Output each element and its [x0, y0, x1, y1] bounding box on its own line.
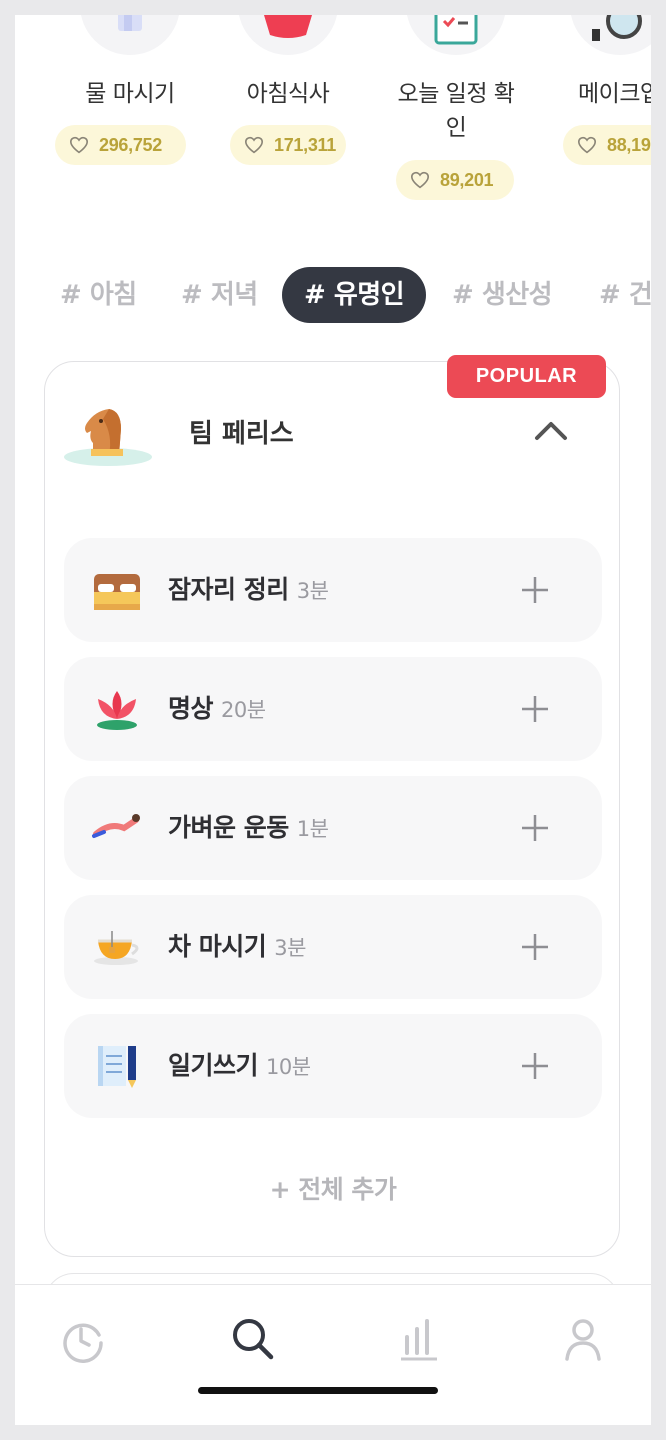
breakfast-bowl-icon: [238, 15, 338, 55]
routine-item[interactable]: 일기쓰기 10분: [64, 1014, 602, 1118]
popular-badge: POPULAR: [447, 355, 606, 398]
routine-name: 메이크업: [578, 81, 651, 107]
water-glass-icon: [80, 15, 180, 55]
bed-icon: [90, 564, 144, 616]
lotus-icon: [90, 683, 144, 735]
chevron-up-icon[interactable]: [533, 418, 569, 446]
tea-cup-icon: [90, 921, 144, 973]
item-title: 일기쓰기 10분: [168, 1051, 311, 1080]
calendar-check-icon: [406, 15, 506, 55]
like-count: 89,201: [440, 169, 494, 190]
tag-morning[interactable]: # 아침: [60, 267, 137, 323]
like-badge[interactable]: 296,752: [55, 125, 186, 165]
add-icon[interactable]: [520, 1051, 550, 1085]
routine-name: 물 마시기: [85, 81, 175, 107]
add-icon[interactable]: [520, 813, 550, 847]
home-indicator: [198, 1387, 438, 1394]
item-title: 차 마시기 3분: [168, 932, 306, 961]
heart-icon: [69, 136, 89, 154]
tag-productivity[interactable]: # 생산성: [452, 267, 553, 323]
profile-icon[interactable]: [559, 1315, 607, 1363]
add-icon[interactable]: [520, 932, 550, 966]
routine-item[interactable]: 잠자리 정리 3분: [64, 538, 602, 642]
chess-knight-icon: [63, 399, 153, 471]
search-icon[interactable]: [229, 1315, 277, 1363]
history-clock-icon[interactable]: [59, 1315, 107, 1363]
stretching-icon: [90, 802, 144, 854]
routine-item[interactable]: 명상 20분: [64, 657, 602, 761]
bottom-tab-bar: [15, 1284, 651, 1425]
item-title: 잠자리 정리 3분: [168, 575, 329, 604]
routine-name: 아침식사: [246, 81, 330, 107]
like-badge[interactable]: 171,311: [230, 125, 346, 165]
like-count: 296,752: [99, 134, 162, 155]
add-all-button[interactable]: + 전체 추가: [15, 1170, 651, 1206]
tag-health[interactable]: # 건: [599, 267, 651, 323]
item-title: 가벼운 운동 1분: [168, 813, 329, 842]
like-count: 88,19: [607, 134, 651, 155]
notebook-pencil-icon: [90, 1040, 144, 1092]
heart-icon: [410, 171, 430, 189]
routine-item[interactable]: 가벼운 운동 1분: [64, 776, 602, 880]
routine-name: 오늘 일정 확인: [397, 81, 515, 141]
routine-item[interactable]: 차 마시기 3분: [64, 895, 602, 999]
mirror-icon: [570, 15, 651, 55]
heart-icon: [244, 136, 264, 154]
like-count: 171,311: [274, 134, 336, 155]
tag-celebrity[interactable]: # 유명인: [282, 267, 427, 323]
tag-evening[interactable]: # 저녁: [181, 267, 258, 323]
item-title: 명상 20분: [168, 694, 266, 723]
add-icon[interactable]: [520, 694, 550, 728]
like-badge[interactable]: 88,19: [563, 125, 651, 165]
like-badge[interactable]: 89,201: [396, 160, 514, 200]
add-icon[interactable]: [520, 575, 550, 609]
stats-bar-icon[interactable]: [395, 1315, 443, 1363]
heart-icon: [577, 136, 597, 154]
app-screen: 물 마시기 296,752 아침식사 171,311 오늘 일정 확인 89,2…: [15, 15, 651, 1425]
card-title: 팀 페리스: [189, 419, 294, 449]
